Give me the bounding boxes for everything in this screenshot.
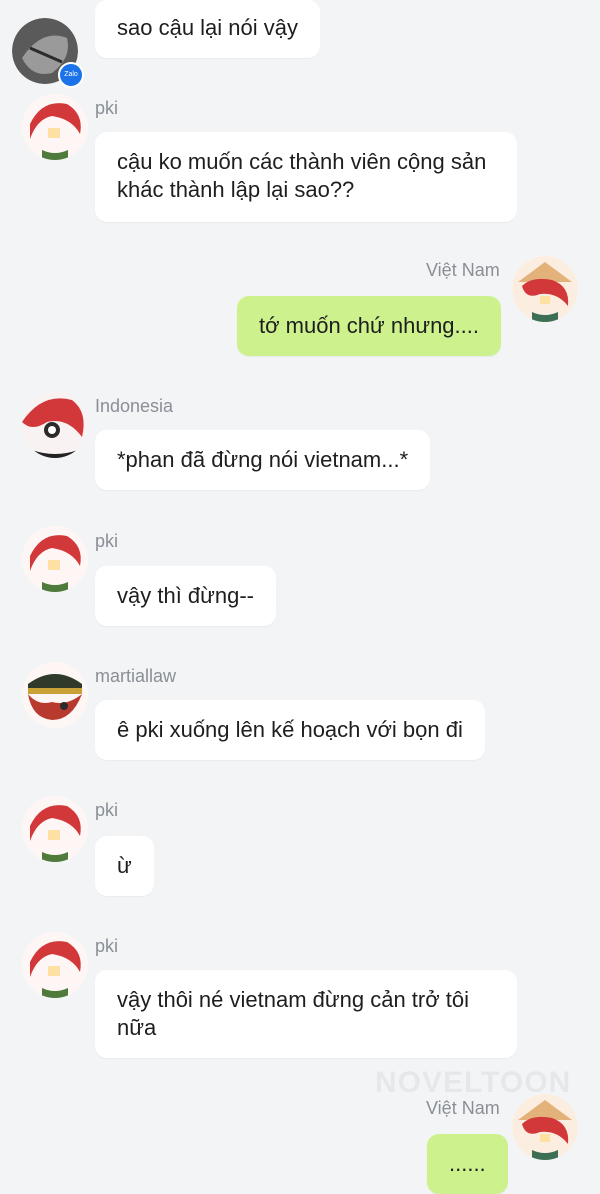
message-bubble: vậy thôi né vietnam đừng cản trở tôi nữa	[95, 970, 517, 1058]
message-bubble: ừ	[95, 836, 154, 896]
pki-avatar[interactable]	[22, 796, 88, 862]
message-text: vậy thì đừng--	[117, 583, 255, 608]
message-bubble: sao cậu lại nói vậy	[95, 0, 320, 58]
message-text: ê pki xuống lên kế hoạch với bọn đi	[117, 717, 463, 742]
message-text: cậu ko muốn các thành viên cộng sản khác…	[117, 149, 487, 202]
message-bubble: ê pki xuống lên kế hoạch với bọn đi	[95, 700, 485, 760]
message-text: vậy thôi né vietnam đừng cản trở tôi nữa	[117, 987, 469, 1040]
martiallaw-avatar[interactable]	[22, 662, 88, 728]
indonesia-avatar[interactable]	[22, 392, 88, 458]
my-message-bubble: ......	[427, 1134, 508, 1194]
sender-name: pki	[95, 800, 119, 820]
pki-avatar[interactable]	[22, 526, 88, 592]
zalo-badge-icon: Zalo	[58, 62, 84, 88]
message-bubble: *phan đã đừng nói vietnam...*	[95, 430, 431, 490]
message-text: tớ muốn chứ nhưng....	[259, 313, 479, 338]
sender-name: Việt Nam	[426, 260, 500, 280]
message-text: ừ	[117, 853, 132, 878]
sender-name: Indonesia	[95, 396, 174, 416]
message-text: sao cậu lại nói vậy	[117, 15, 298, 40]
sender-name: martiallaw	[95, 666, 177, 686]
my-message-bubble: tớ muốn chứ nhưng....	[237, 296, 501, 356]
message-bubble: vậy thì đừng--	[95, 566, 277, 626]
message-bubble: cậu ko muốn các thành viên cộng sản khác…	[95, 132, 517, 222]
vietnam-avatar[interactable]	[512, 256, 578, 322]
vietnam-avatar[interactable]	[512, 1094, 578, 1160]
sender-name: pki	[95, 531, 119, 551]
sender-name: pki	[95, 98, 119, 118]
pki-avatar[interactable]	[22, 932, 88, 998]
sender-name: pki	[95, 936, 119, 956]
message-text: ......	[449, 1151, 486, 1176]
pki-avatar[interactable]	[22, 94, 88, 160]
sender-name: Việt Nam	[426, 1098, 500, 1118]
message-text: *phan đã đừng nói vietnam...*	[117, 447, 409, 472]
